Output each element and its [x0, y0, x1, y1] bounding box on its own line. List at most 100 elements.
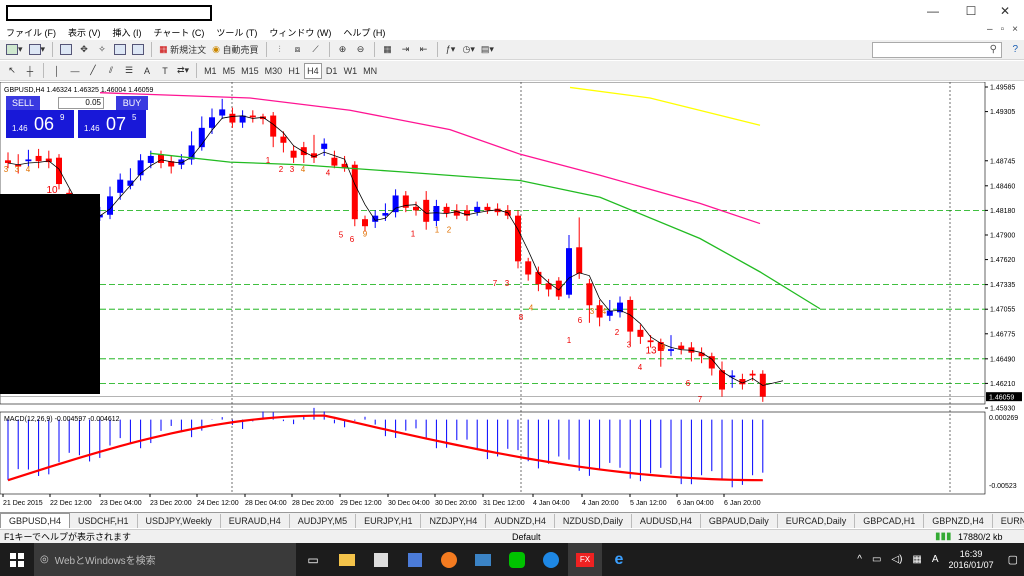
zoom-out-icon[interactable]: ⊖	[353, 42, 369, 58]
horizontal-line-icon[interactable]: —	[67, 63, 83, 79]
menu-view[interactable]: 表示 (V)	[62, 26, 107, 39]
timeframe-h1[interactable]: H1	[286, 63, 302, 79]
text-icon[interactable]: A	[139, 63, 155, 79]
start-button[interactable]	[0, 543, 34, 576]
network-icon[interactable]: ▭	[872, 554, 881, 565]
tab-audnzd-h4[interactable]: AUDNZD,H4	[486, 513, 555, 528]
tab-nzdusd-daily[interactable]: NZDUSD,Daily	[555, 513, 632, 528]
search-icon[interactable]: ⚲	[990, 44, 997, 55]
candle-body	[147, 155, 154, 163]
task-view-icon[interactable]: ▭	[296, 543, 330, 576]
periods-icon[interactable]: ◷▾	[461, 42, 477, 58]
market-watch-icon[interactable]	[58, 42, 74, 58]
tray-chevron-icon[interactable]: ^	[857, 554, 862, 565]
firefox-icon[interactable]	[432, 543, 466, 576]
arrows-icon[interactable]: ⇄▾	[175, 63, 191, 79]
mdi-restore-icon[interactable]: ▫	[1001, 24, 1005, 35]
timeframe-m30[interactable]: M30	[263, 63, 285, 79]
tester-icon[interactable]	[130, 42, 146, 58]
new-chart-icon[interactable]: ▾	[4, 42, 25, 58]
volume-icon[interactable]: ◁)	[891, 554, 902, 565]
fx-app-icon[interactable]: FX	[568, 543, 602, 576]
close-button[interactable]: ✕	[990, 4, 1020, 20]
td-count-label: 4	[26, 165, 31, 174]
tab-usdchf-h1[interactable]: USDCHF,H1	[70, 513, 138, 528]
menu-window[interactable]: ウィンドウ (W)	[263, 26, 337, 39]
tile-windows-icon[interactable]: ▦	[380, 42, 396, 58]
tab-gbpcad-h1[interactable]: GBPCAD,H1	[855, 513, 925, 528]
timeframe-m1[interactable]: M1	[202, 63, 219, 79]
taskbar-search-box[interactable]: ◎ WebとWindowsを検索	[34, 543, 296, 576]
tab-eurjpy-h1[interactable]: EURJPY,H1	[356, 513, 422, 528]
buy-price-box[interactable]: 1.46 07 5	[78, 110, 146, 138]
maximize-button[interactable]: ☐	[956, 4, 986, 20]
lot-size-input[interactable]: 0.05	[58, 97, 104, 109]
menu-file[interactable]: ファイル (F)	[0, 26, 62, 39]
tab-usdjpy-weekly[interactable]: USDJPY,Weekly	[138, 513, 221, 528]
bar-chart-icon[interactable]: ⫶	[272, 42, 288, 58]
vertical-line-icon[interactable]: │	[49, 63, 65, 79]
crosshair-icon[interactable]: ┼	[22, 63, 38, 79]
candle-body	[443, 206, 450, 214]
line-chart-icon[interactable]: ⟋	[308, 42, 324, 58]
auto-trade-button[interactable]: ◉ 自動売買	[210, 42, 260, 58]
tab-nzdjpy-h4[interactable]: NZDJPY,H4	[421, 513, 487, 528]
cursor-icon[interactable]: ↖	[4, 63, 20, 79]
trendline-icon[interactable]: ╱	[85, 63, 101, 79]
help-icon[interactable]: ?	[1012, 44, 1018, 55]
templates-icon[interactable]: ▤▾	[479, 42, 496, 58]
indicators-icon[interactable]: ƒ▾	[443, 42, 459, 58]
channel-icon[interactable]: ⫽	[103, 63, 119, 79]
store-icon[interactable]	[364, 543, 398, 576]
new-order-button[interactable]: ▦ 新規注文	[157, 42, 208, 58]
sell-price-box[interactable]: 1.46 06 9	[6, 110, 74, 138]
candle-chart-icon[interactable]: ⧈	[290, 42, 306, 58]
ime-indicator[interactable]: A	[932, 554, 939, 565]
fibonacci-icon[interactable]: ☰	[121, 63, 137, 79]
line-app-icon[interactable]	[500, 543, 534, 576]
navigator-icon[interactable]: ✧	[94, 42, 110, 58]
timeframe-mn[interactable]: MN	[361, 63, 379, 79]
remote-desktop-icon[interactable]	[466, 543, 500, 576]
tab-gbpaud-daily[interactable]: GBPAUD,Daily	[701, 513, 778, 528]
tab-gbpnzd-h4[interactable]: GBPNZD,H4	[924, 513, 993, 528]
mdi-minimize-icon[interactable]: –	[987, 24, 993, 35]
timeframe-m15[interactable]: M15	[239, 63, 261, 79]
tab-audjpy-m5[interactable]: AUDJPY,M5	[290, 513, 357, 528]
timeframe-h4[interactable]: H4	[304, 62, 322, 79]
label-icon[interactable]: T	[157, 63, 173, 79]
edge-icon[interactable]: e	[602, 543, 636, 576]
buy-button[interactable]: BUY	[116, 96, 148, 110]
menu-help[interactable]: ヘルプ (H)	[337, 26, 391, 39]
chart-window[interactable]: 1.49585 1.49305 1.48745 1.48460 1.48180 1.479…	[0, 81, 1024, 512]
tab-eurnzd-daily[interactable]: EURNZD,Dail	[993, 514, 1024, 528]
menu-tools[interactable]: ツール (T)	[210, 26, 263, 39]
tab-euraud-h4[interactable]: EURAUD,H4	[221, 513, 290, 528]
chart-shift-icon[interactable]: ⇤	[416, 42, 432, 58]
timeframe-m5[interactable]: M5	[221, 63, 238, 79]
action-center-icon[interactable]: ▢	[1008, 553, 1018, 566]
profiles-icon[interactable]: ▾	[27, 42, 48, 58]
search-input[interactable]: ⚲	[872, 42, 1002, 58]
timeframe-w1[interactable]: W1	[342, 63, 360, 79]
taskbar-clock[interactable]: 16:39 2016/01/07	[949, 549, 994, 571]
sell-button[interactable]: SELL	[6, 96, 40, 110]
minimize-button[interactable]: —	[918, 4, 948, 20]
zoom-in-icon[interactable]: ⊕	[335, 42, 351, 58]
explorer-icon[interactable]	[330, 543, 364, 576]
data-window-icon[interactable]: ✥	[76, 42, 92, 58]
menu-insert[interactable]: 挿入 (I)	[107, 26, 148, 39]
app-icon-blue[interactable]	[398, 543, 432, 576]
zaif-app-icon[interactable]	[534, 543, 568, 576]
tab-gbpusd-h4[interactable]: GBPUSD,H4	[0, 513, 71, 528]
keyboard-icon[interactable]: ▦	[912, 554, 921, 565]
terminal-icon[interactable]	[112, 42, 128, 58]
timeframe-d1[interactable]: D1	[324, 63, 340, 79]
tab-audusd-h4[interactable]: AUDUSD,H4	[632, 513, 701, 528]
autoscroll-icon[interactable]: ⇥	[398, 42, 414, 58]
menu-chart[interactable]: チャート (C)	[148, 26, 211, 39]
price-chart[interactable]: 1.49585 1.49305 1.48745 1.48460 1.48180 1.479…	[0, 81, 1024, 512]
tab-eurcad-daily[interactable]: EURCAD,Daily	[778, 513, 856, 528]
mdi-close-icon[interactable]: ×	[1012, 24, 1018, 35]
price-axis-label: 1.49585	[990, 85, 1015, 92]
